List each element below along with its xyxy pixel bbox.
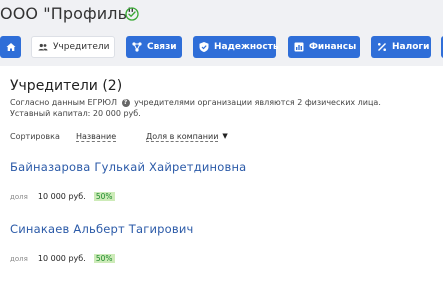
authorized-capital: Уставный капитал: 20 000 руб.	[10, 109, 141, 118]
sort-by-share[interactable]: Доля в компании ▼	[146, 132, 228, 142]
section-tabs: Учредители Связи Надежность Финансы Нало…	[0, 36, 443, 58]
founder-name-link[interactable]: Байназарова Гулькай Хайретдиновна	[10, 160, 246, 174]
sort-by-name[interactable]: Название	[76, 132, 117, 142]
founder-item: Синакаев Альберт Тагирович доля 10 000 р…	[10, 222, 194, 263]
tab-home[interactable]	[0, 36, 21, 58]
founders-card: Учредители (2) Согласно данным ЕГРЮЛ ? у…	[0, 66, 443, 287]
bar-chart-icon	[293, 41, 305, 53]
tab-founders-label: Учредители	[53, 42, 110, 52]
sort-label: Сортировка	[10, 132, 60, 141]
info-icon[interactable]: ?	[121, 98, 130, 107]
description-start: Согласно данным ЕГРЮЛ	[10, 98, 117, 107]
share-label: доля	[10, 255, 28, 263]
percent-icon	[376, 41, 388, 53]
founder-name-link[interactable]: Синакаев Альберт Тагирович	[10, 222, 194, 236]
description-end: учредителями организации являются 2 физи…	[134, 98, 381, 107]
people-icon	[37, 41, 49, 53]
founder-item: Байназарова Гулькай Хайретдиновна доля 1…	[10, 160, 246, 201]
section-title: Учредители (2)	[10, 78, 123, 94]
founder-share: доля 10 000 руб. 50%	[10, 246, 115, 265]
share-amount: 10 000 руб.	[37, 254, 86, 263]
home-icon	[5, 41, 17, 53]
company-title: ООО "Профиль"	[0, 4, 135, 23]
check-circle-icon	[125, 6, 139, 21]
share-amount: 10 000 руб.	[37, 192, 86, 201]
tab-reliability-label: Надежность	[214, 42, 279, 52]
tab-finances-label: Финансы	[309, 42, 357, 52]
tab-reliability[interactable]: Надежность	[193, 36, 279, 58]
company-header: ООО "Профиль"	[0, 0, 443, 30]
tab-founders[interactable]: Учредители	[31, 36, 115, 58]
sort-by-share-label: Доля в компании	[146, 132, 219, 142]
share-percent-badge: 50%	[93, 192, 115, 201]
tab-connections[interactable]: Связи	[126, 36, 182, 58]
tab-finances[interactable]: Финансы	[288, 36, 360, 58]
caret-down-icon: ▼	[222, 132, 228, 140]
founders-description: Согласно данным ЕГРЮЛ ? учредителями орг…	[10, 97, 381, 109]
shield-check-icon	[198, 41, 210, 53]
tab-connections-label: Связи	[147, 42, 177, 52]
share-percent-badge: 50%	[93, 254, 115, 263]
founder-share: доля 10 000 руб. 50%	[10, 184, 115, 203]
tab-taxes[interactable]: Налоги	[371, 36, 431, 58]
network-icon	[131, 41, 143, 53]
share-label: доля	[10, 193, 28, 201]
tab-taxes-label: Налоги	[392, 42, 430, 52]
